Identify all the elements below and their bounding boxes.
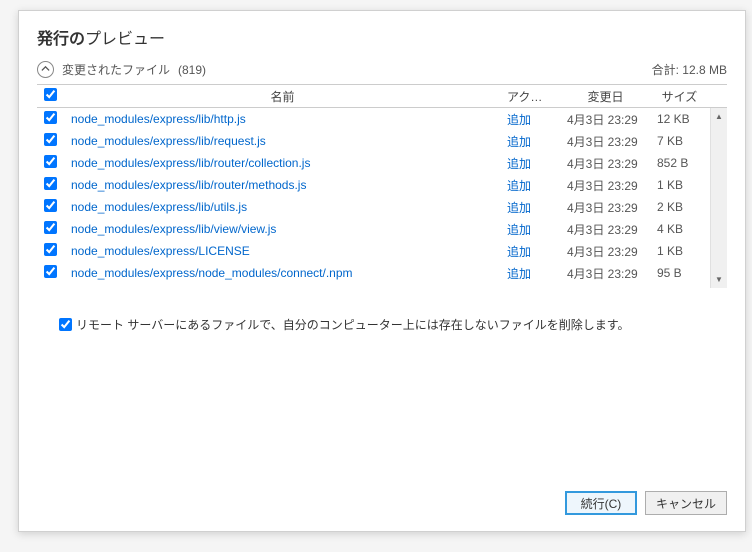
table-row: node_modules/express/lib/router/collecti… (37, 152, 727, 174)
scroll-down-icon[interactable]: ▼ (711, 271, 727, 288)
delete-remote-files-checkbox[interactable] (59, 318, 72, 331)
table-header-row: 名前 アクション 変更日 サイズ (37, 84, 727, 108)
cancel-button[interactable]: キャンセル (645, 491, 727, 515)
changed-files-count: (819) (178, 63, 206, 77)
row-date: 4月3日 23:29 (561, 177, 651, 194)
row-checkbox[interactable] (44, 155, 57, 168)
row-date: 4月3日 23:29 (561, 199, 651, 216)
row-size: 1 KB (651, 178, 709, 192)
dialog-title: 発行のプレビュー (19, 11, 745, 57)
continue-button[interactable]: 続行(C) (565, 491, 637, 515)
changed-files-label: 変更されたファイル (62, 61, 170, 78)
action-link[interactable]: 追加 (507, 113, 531, 127)
file-name-link[interactable]: node_modules/express/lib/router/collecti… (71, 156, 310, 170)
table-row: node_modules/express/lib/view/view.js 追加 4… (37, 218, 727, 240)
table-row: node_modules/express/lib/request.js 追加 4月3… (37, 130, 727, 152)
row-date: 4月3日 23:29 (561, 221, 651, 238)
table-row: node_modules/express/node_modules/connec… (37, 262, 727, 284)
row-size: 4 KB (651, 222, 709, 236)
file-name-link[interactable]: node_modules/express/lib/http.js (71, 112, 246, 126)
title-rest: プレビュー (85, 31, 165, 48)
row-date: 4月3日 23:29 (561, 111, 651, 128)
row-date: 4月3日 23:29 (561, 265, 651, 282)
table-row: node_modules/express/LICENSE 追加 4月3日 23:29… (37, 240, 727, 262)
column-header-size[interactable]: サイズ (651, 88, 709, 105)
row-checkbox[interactable] (44, 221, 57, 234)
delete-option-row: リモート サーバーにあるファイルで、自分のコンピューター上には存在しないファイル… (19, 288, 745, 343)
select-all-checkbox[interactable] (44, 88, 57, 101)
action-link[interactable]: 追加 (507, 179, 531, 193)
action-link[interactable]: 追加 (507, 157, 531, 171)
file-name-link[interactable]: node_modules/express/lib/view/view.js (71, 222, 276, 236)
summary-row: 変更されたファイル (819) 合計: 12.8 MB (19, 57, 745, 84)
row-size: 12 KB (651, 112, 709, 126)
action-link[interactable]: 追加 (507, 267, 531, 281)
file-name-link[interactable]: node_modules/express/lib/request.js (71, 134, 266, 148)
total-size: 合計: 12.8 MB (652, 61, 727, 78)
file-name-link[interactable]: node_modules/express/lib/router/methods.… (71, 178, 306, 192)
row-checkbox[interactable] (44, 177, 57, 190)
dialog-footer: 続行(C) キャンセル (19, 481, 745, 531)
delete-option-label: リモート サーバーにあるファイルで、自分のコンピューター上には存在しないファイル… (76, 316, 630, 333)
action-link[interactable]: 追加 (507, 223, 531, 237)
table-row: node_modules/express/lib/utils.js 追加 4月3日 … (37, 196, 727, 218)
row-size: 2 KB (651, 200, 709, 214)
table-row: node_modules/express/lib/http.js 追加 4月3日 2… (37, 108, 727, 130)
collapse-toggle-icon[interactable] (37, 61, 54, 78)
file-table: 名前 アクション 変更日 サイズ node_modules/express/li… (37, 84, 727, 288)
column-header-action[interactable]: アクション (501, 88, 561, 105)
row-checkbox[interactable] (44, 111, 57, 124)
title-bold: 発行の (37, 31, 85, 48)
row-size: 7 KB (651, 134, 709, 148)
file-name-link[interactable]: node_modules/express/lib/utils.js (71, 200, 247, 214)
row-checkbox[interactable] (44, 243, 57, 256)
total-label: 合計: (652, 63, 679, 77)
table-body: node_modules/express/lib/http.js 追加 4月3日 2… (37, 108, 727, 288)
table-row: node_modules/express/lib/router/methods.… (37, 174, 727, 196)
row-date: 4月3日 23:29 (561, 133, 651, 150)
column-header-date[interactable]: 変更日 (561, 88, 651, 105)
scroll-up-icon[interactable]: ▲ (711, 108, 727, 125)
publish-preview-dialog: 発行のプレビュー 変更されたファイル (819) 合計: 12.8 MB 名前 … (18, 10, 746, 532)
scrollbar[interactable]: ▲ ▼ (710, 108, 727, 288)
row-size: 95 B (651, 266, 709, 280)
row-date: 4月3日 23:29 (561, 155, 651, 172)
row-checkbox[interactable] (44, 265, 57, 278)
action-link[interactable]: 追加 (507, 201, 531, 215)
row-size: 852 B (651, 156, 709, 170)
row-date: 4月3日 23:29 (561, 243, 651, 260)
file-name-link[interactable]: node_modules/express/LICENSE (71, 244, 250, 258)
total-value: 12.8 MB (682, 63, 727, 77)
column-header-name[interactable]: 名前 (65, 88, 501, 105)
row-checkbox[interactable] (44, 199, 57, 212)
action-link[interactable]: 追加 (507, 245, 531, 259)
row-checkbox[interactable] (44, 133, 57, 146)
row-size: 1 KB (651, 244, 709, 258)
action-link[interactable]: 追加 (507, 135, 531, 149)
file-name-link[interactable]: node_modules/express/node_modules/connec… (71, 266, 353, 280)
